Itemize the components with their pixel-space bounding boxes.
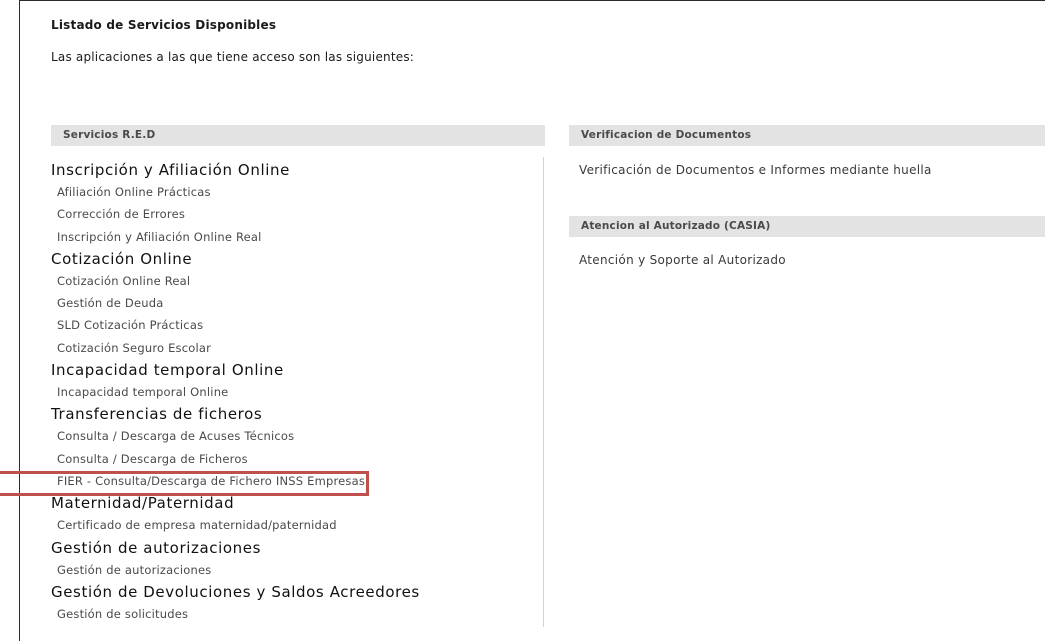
link-atencion-soporte[interactable]: Atención y Soporte al Autorizado: [579, 253, 786, 267]
link-gestion-deuda[interactable]: Gestión de Deuda: [51, 292, 531, 314]
group-title-inscripcion: Inscripción y Afiliación Online: [51, 161, 290, 179]
servicios-red-header: Servicios R.E.D: [51, 125, 545, 146]
link-gestion-autorizaciones[interactable]: Gestión de autorizaciones: [51, 559, 531, 581]
link-descarga-ficheros[interactable]: Consulta / Descarga de Ficheros: [51, 448, 531, 470]
group-title-maternidad: Maternidad/Paternidad: [51, 494, 235, 513]
column-divider: [543, 157, 544, 627]
link-gestion-solicitudes[interactable]: Gestión de solicitudes: [51, 603, 531, 625]
casia-header: Atencion al Autorizado (CASIA): [569, 216, 1045, 237]
link-acuses-tecnicos[interactable]: Consulta / Descarga de Acuses Técnicos: [51, 425, 531, 447]
link-sld-cotizacion[interactable]: SLD Cotización Prácticas: [51, 314, 531, 336]
group-title-cotizacion: Cotización Online: [51, 249, 193, 268]
services-list: Inscripción y Afiliación Online Afiliaci…: [51, 159, 531, 625]
group-title-transferencias: Transferencias de ficheros: [51, 405, 263, 424]
link-seguro-escolar[interactable]: Cotización Seguro Escolar: [51, 337, 531, 359]
link-cotizacion-real[interactable]: Cotización Online Real: [51, 270, 531, 292]
verificacion-header: Verificacion de Documentos: [569, 125, 1045, 146]
page-title: Listado de Servicios Disponibles: [51, 18, 277, 32]
intro-text: Las aplicaciones a las que tiene acceso …: [51, 50, 415, 64]
group-title-autorizaciones: Gestión de autorizaciones: [51, 538, 261, 557]
link-verificacion-documentos[interactable]: Verificación de Documentos e Informes me…: [579, 163, 932, 177]
group-title-devoluciones: Gestión de Devoluciones y Saldos Acreedo…: [51, 582, 420, 601]
link-fier-inss[interactable]: FIER - Consulta/Descarga de Fichero INSS…: [51, 470, 531, 492]
link-correccion-errores[interactable]: Corrección de Errores: [51, 203, 531, 225]
link-incapacidad-online[interactable]: Incapacidad temporal Online: [51, 381, 531, 403]
link-afiliacion-practicas[interactable]: Afiliación Online Prácticas: [51, 181, 531, 203]
link-certificado-maternidad[interactable]: Certificado de empresa maternidad/patern…: [51, 514, 531, 536]
link-inscripcion-real[interactable]: Inscripción y Afiliación Online Real: [51, 226, 531, 248]
group-title-incapacidad: Incapacidad temporal Online: [51, 361, 284, 380]
